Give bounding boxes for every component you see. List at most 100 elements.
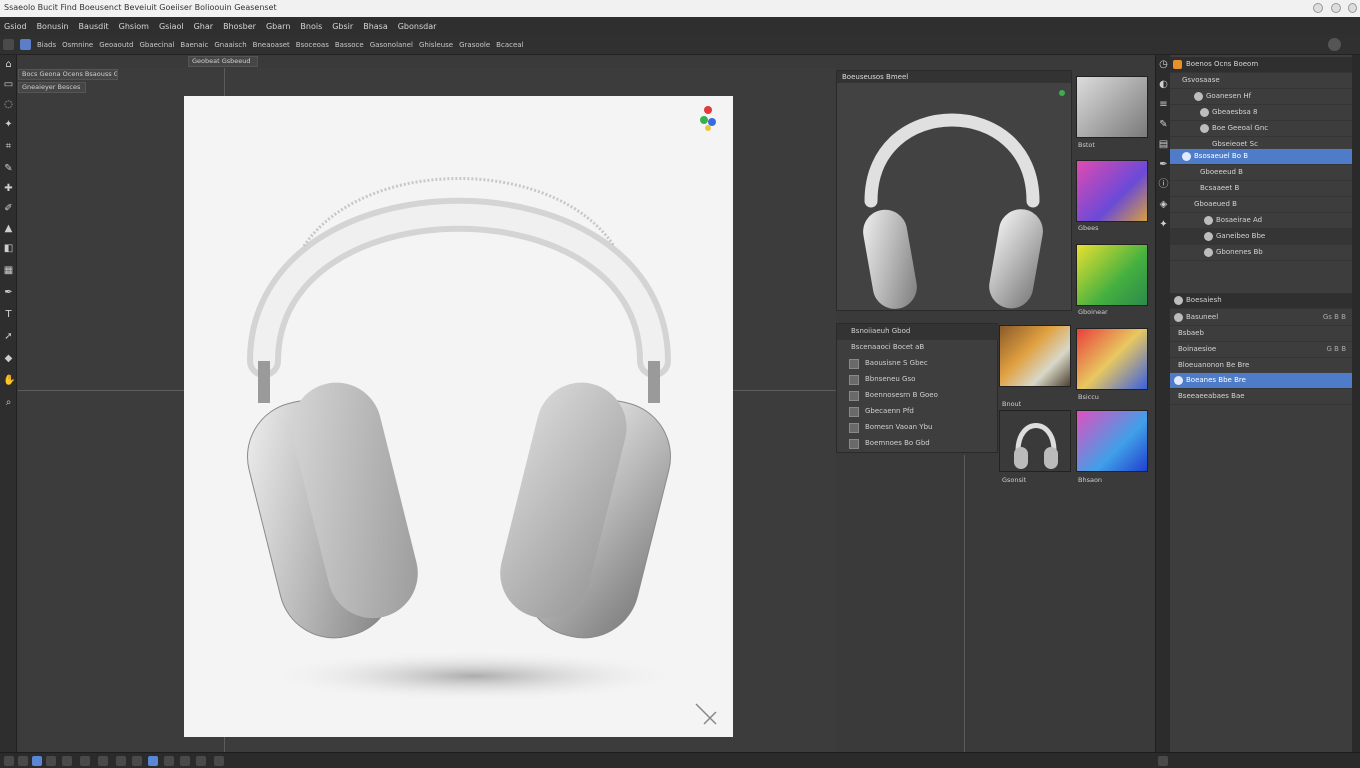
option-item[interactable]: Bneaoaset — [253, 41, 290, 49]
gradient-tool-icon[interactable]: ▦ — [3, 265, 14, 276]
export-icon[interactable] — [214, 756, 224, 766]
lasso-tool-icon[interactable]: ◌ — [3, 99, 14, 110]
marquee-tool-icon[interactable]: ▭ — [3, 79, 14, 90]
document-tab[interactable]: Gneaieyer Besces — [18, 82, 86, 93]
layer-row[interactable]: Gbeaesbsa 8 — [1170, 105, 1352, 121]
option-item[interactable]: Gasonolanel — [370, 41, 413, 49]
option-item[interactable]: Biads — [37, 41, 56, 49]
crop-tool-icon[interactable]: ⌗ — [3, 141, 14, 152]
option-item[interactable]: Grasoole — [459, 41, 490, 49]
layer-row[interactable]: Boennosesrn B Goeo — [837, 388, 999, 404]
rotate-icon[interactable] — [116, 756, 126, 766]
layer-row[interactable]: Bomesn Vaoan Ybu — [837, 420, 999, 436]
layer-row[interactable]: Boemnoes Bo Gbd — [837, 436, 999, 452]
color-swatch[interactable] — [1076, 410, 1148, 472]
account-icon[interactable] — [1328, 38, 1341, 51]
quick-mask-icon[interactable] — [148, 756, 158, 766]
close-button[interactable] — [1348, 3, 1357, 13]
move-tool-icon[interactable]: ⌂ — [3, 59, 14, 70]
adjust-icon[interactable]: ◐ — [1158, 79, 1169, 90]
layer-row[interactable]: Gsvosaase — [1170, 73, 1352, 89]
option-item[interactable]: Bassoce — [335, 41, 364, 49]
layer-row[interactable]: Gbonenes Bb — [1170, 245, 1352, 261]
gradient-swatch[interactable] — [999, 325, 1071, 387]
menu-item[interactable]: Ghsiom — [119, 22, 149, 31]
stamp-tool-icon[interactable]: ▲ — [3, 223, 14, 234]
menu-item[interactable]: Gsiaol — [159, 22, 184, 31]
guides-icon[interactable] — [180, 756, 190, 766]
layer-row[interactable]: Gboaeued B — [1170, 197, 1352, 213]
layer-row[interactable]: Bosaeirae Ad — [1170, 213, 1352, 229]
color-swatch[interactable] — [1076, 76, 1148, 138]
magic-wand-icon[interactable]: ✦ — [3, 119, 14, 130]
grid-icon[interactable] — [46, 756, 56, 766]
home-icon[interactable] — [3, 39, 14, 50]
layer-row[interactable]: Gbecaenn Pfd — [837, 404, 999, 420]
panel-scrollbar[interactable] — [1352, 55, 1360, 755]
menu-item[interactable]: Bonusin — [37, 22, 69, 31]
text-tool-icon[interactable]: T — [3, 309, 14, 320]
screen-mode-icon[interactable] — [32, 756, 42, 766]
layer-row-selected[interactable]: Bsosaeuel Bo B — [1170, 149, 1352, 165]
channels-icon[interactable]: ▤ — [1158, 139, 1169, 150]
layer-row[interactable]: Boe Geeoal Gnc — [1170, 121, 1352, 137]
mini-preview-swatch[interactable] — [999, 410, 1071, 472]
document-tab[interactable]: Geobeat Gsbeeud — [188, 56, 258, 67]
brush-tool-icon[interactable]: ✐ — [3, 203, 14, 214]
option-item[interactable]: Osmnine — [62, 41, 93, 49]
menu-item[interactable]: Gbonsdar — [398, 22, 437, 31]
layer-row[interactable]: Basuneel Gs B B — [1170, 310, 1352, 326]
layer-row[interactable]: Bsbaeb — [1170, 326, 1352, 342]
layers-icon[interactable]: ◈ — [1158, 199, 1169, 210]
layer-row-selected[interactable]: Boeanes Bbe Bre — [1170, 373, 1352, 389]
settings-icon[interactable] — [4, 756, 14, 766]
document-tab[interactable]: Bocs Geona Ocens Bsaouss Gbase Gbs Ganen… — [18, 69, 118, 80]
zoom-tool-icon[interactable]: ⌕ — [3, 397, 14, 408]
option-item[interactable]: Geoaoutd — [99, 41, 133, 49]
heal-tool-icon[interactable]: ✚ — [3, 183, 14, 194]
shape-tool-icon[interactable]: ◆ — [3, 353, 14, 364]
eyedropper-icon[interactable]: ✎ — [3, 163, 14, 174]
mask-icon[interactable] — [62, 756, 72, 766]
menu-item[interactable]: Bnois — [300, 22, 322, 31]
paths-icon[interactable]: ✒ — [1158, 159, 1169, 170]
color-swatch[interactable] — [1076, 244, 1148, 306]
layer-row[interactable]: Bbnseneu Gso — [837, 372, 999, 388]
layer-row[interactable]: Ganeibeo Bbe — [1170, 229, 1352, 245]
menu-item[interactable]: Bhasa — [363, 22, 388, 31]
layer-row[interactable]: Gboeeeud B — [1170, 165, 1352, 181]
layer-row[interactable]: Baousisne S Gbec — [837, 356, 999, 372]
info-icon[interactable]: ⓘ — [1158, 179, 1169, 190]
styles-icon[interactable]: ✦ — [1158, 219, 1169, 230]
lock-icon[interactable] — [1158, 756, 1168, 766]
layer-row[interactable]: Bcsaaeet B — [1170, 181, 1352, 197]
option-item[interactable]: Gnaaisch — [214, 41, 246, 49]
option-item[interactable]: Baenaic — [180, 41, 208, 49]
menu-item[interactable]: Gbarn — [266, 22, 290, 31]
maximize-button[interactable] — [1331, 3, 1341, 13]
path-select-icon[interactable]: ➚ — [3, 331, 14, 342]
menu-item[interactable]: Gsiod — [4, 22, 27, 31]
option-item[interactable]: Bcaceal — [496, 41, 523, 49]
minimize-button[interactable] — [1313, 3, 1323, 13]
snap-icon[interactable] — [132, 756, 142, 766]
menu-item[interactable]: Bausdit — [79, 22, 109, 31]
pen-tool-icon[interactable]: ✒ — [3, 287, 14, 298]
option-item[interactable]: Ghisleuse — [419, 41, 453, 49]
layer-row[interactable]: Boinaesioe G B B — [1170, 342, 1352, 358]
history-icon[interactable]: ◷ — [1158, 59, 1169, 70]
rulers-icon[interactable] — [164, 756, 174, 766]
eraser-tool-icon[interactable]: ◧ — [3, 243, 14, 254]
extras-icon[interactable] — [196, 756, 206, 766]
brush-settings-icon[interactable]: ✎ — [1158, 119, 1169, 130]
properties-icon[interactable]: ≡ — [1158, 99, 1169, 110]
layer-row[interactable]: Bseeaeeabaes Bae — [1170, 389, 1352, 405]
menu-item[interactable]: Bhosber — [223, 22, 256, 31]
option-item[interactable]: Gbaecinal — [139, 41, 174, 49]
frame-icon[interactable] — [18, 756, 28, 766]
layer-group-row[interactable]: Bscenaaoci Bocet aB — [837, 340, 999, 356]
hand-tool-icon[interactable]: ✋ — [3, 375, 15, 386]
menu-item[interactable]: Gbsir — [332, 22, 353, 31]
menu-item[interactable]: Ghar — [194, 22, 213, 31]
option-item[interactable]: Bsoceoas — [296, 41, 329, 49]
